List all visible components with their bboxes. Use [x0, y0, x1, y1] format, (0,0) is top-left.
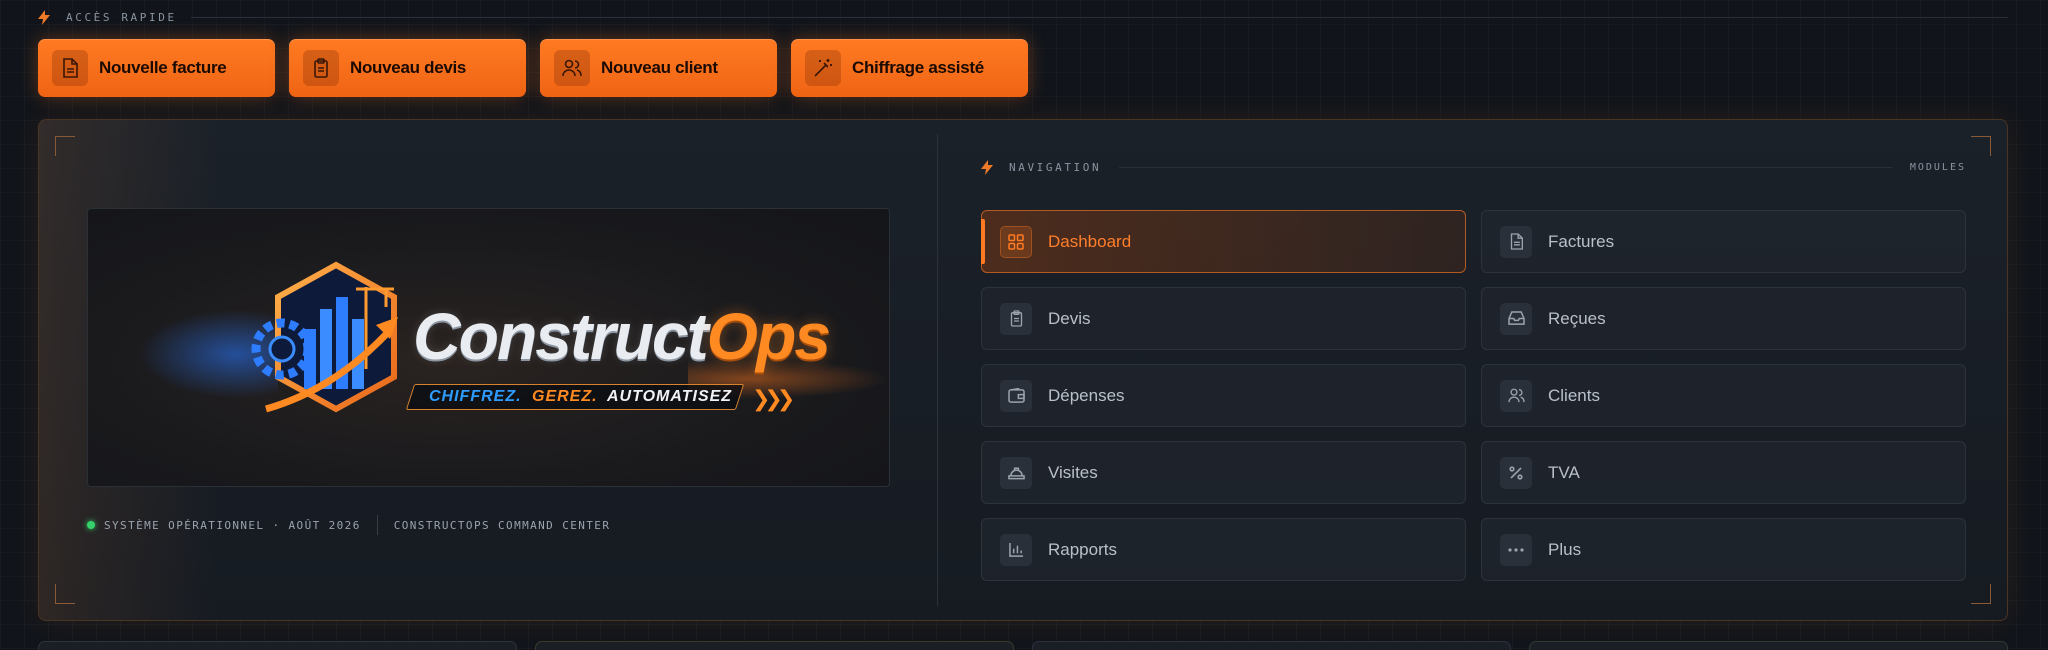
quick-button-label: Nouveau client: [601, 58, 718, 77]
navigation-header: NAVIGATION MODULES: [981, 158, 1966, 176]
assisted-quote-button[interactable]: Chiffrage assisté: [791, 39, 1028, 97]
stat-card: [1529, 641, 2008, 650]
tagline-part2: GEREZ.: [531, 388, 598, 405]
new-invoice-button[interactable]: Nouvelle facture: [38, 39, 275, 97]
brand-word-part2: Ops: [706, 299, 831, 373]
bar-chart-icon: [1000, 533, 1032, 566]
nav-item-depenses[interactable]: Dépenses: [981, 364, 1466, 427]
nav-item-dashboard[interactable]: Dashboard: [981, 210, 1466, 273]
panel-divider: [937, 134, 938, 606]
nav-item-label: Rapports: [1048, 539, 1117, 559]
command-center-panel: ConstructOps CHIFFREZ. GEREZ. AUTOMATISE…: [38, 119, 2008, 621]
quick-button-label: Nouveau devis: [350, 58, 467, 77]
nav-item-recues[interactable]: Reçues: [1481, 287, 1966, 350]
modules-label: MODULES: [1909, 161, 1966, 173]
nav-item-label: Factures: [1548, 231, 1615, 251]
corner-bracket: [55, 136, 75, 156]
bottom-cards: [38, 641, 2008, 650]
nav-item-label: Reçues: [1548, 308, 1606, 328]
tagline-part3: AUTOMATISEZ: [607, 388, 733, 405]
clipboard-icon: [303, 50, 339, 86]
stat-card: [535, 641, 1014, 650]
quick-access-title: ACCÈS RAPIDE: [66, 10, 177, 24]
lightning-icon: [38, 9, 52, 25]
nav-item-rapports[interactable]: Rapports: [981, 518, 1466, 581]
brand-tagline: CHIFFREZ. GEREZ. AUTOMATISEZ: [405, 384, 745, 410]
brand-banner: ConstructOps CHIFFREZ. GEREZ. AUTOMATISE…: [87, 208, 890, 487]
nav-item-visites[interactable]: Visites: [981, 441, 1466, 504]
nav-item-devis[interactable]: Devis: [981, 287, 1466, 350]
command-center-text: CONSTRUCTOPS COMMAND CENTER: [393, 518, 611, 532]
nav-item-label: Clients: [1548, 385, 1600, 405]
nav-item-factures[interactable]: Factures: [1481, 210, 1966, 273]
new-client-button[interactable]: Nouveau client: [540, 39, 777, 97]
system-status-text: SYSTÈME OPÉRATIONNEL · AOÛT 2026: [104, 518, 361, 532]
nav-item-label: Visites: [1048, 462, 1098, 482]
status-bar: SYSTÈME OPÉRATIONNEL · AOÛT 2026 CONSTRU…: [87, 515, 610, 535]
status-dot-icon: [87, 521, 95, 529]
corner-bracket: [55, 584, 75, 604]
lightning-icon: [981, 159, 995, 175]
nav-item-label: Dépenses: [1048, 385, 1125, 405]
quick-access-header: ACCÈS RAPIDE: [38, 8, 2008, 26]
nav-item-label: TVA: [1548, 462, 1580, 482]
new-quote-button[interactable]: Nouveau devis: [289, 39, 526, 97]
clipboard-icon: [1000, 302, 1032, 335]
file-text-icon: [52, 50, 88, 86]
percent-icon: [1500, 456, 1532, 489]
tagline-part1: CHIFFREZ.: [429, 388, 522, 405]
constructops-logo-icon: [251, 261, 398, 413]
quick-button-label: Nouvelle facture: [99, 58, 227, 77]
chevrons-icon: ❯❯❯: [752, 386, 795, 411]
stat-card: [38, 641, 517, 650]
header-rule: [190, 16, 2008, 18]
grid-icon: [1000, 225, 1032, 258]
inbox-icon: [1500, 302, 1532, 335]
nav-item-clients[interactable]: Clients: [1481, 364, 1966, 427]
more-icon: [1500, 533, 1532, 566]
users-icon: [554, 50, 590, 86]
quick-actions: Nouvelle facture Nouveau devis Nouveau c…: [38, 39, 1028, 97]
file-text-icon: [1500, 225, 1532, 258]
status-separator: [376, 515, 378, 535]
stat-card: [1032, 641, 1511, 650]
hard-hat-icon: [1000, 456, 1032, 489]
nav-item-label: Devis: [1048, 308, 1091, 328]
quick-button-label: Chiffrage assisté: [852, 58, 984, 77]
brand-wordmark: ConstructOps: [413, 303, 831, 369]
navigation-title: NAVIGATION: [1009, 160, 1102, 174]
nav-item-tva[interactable]: TVA: [1481, 441, 1966, 504]
navigation-grid: Dashboard Factures Devis Reçues Dépenses: [981, 210, 1966, 581]
users-icon: [1500, 379, 1532, 412]
nav-item-label: Dashboard: [1048, 231, 1132, 251]
wallet-icon: [1000, 379, 1032, 412]
corner-bracket: [1971, 584, 1991, 604]
magic-wand-icon: [805, 50, 841, 86]
nav-item-plus[interactable]: Plus: [1481, 518, 1966, 581]
corner-bracket: [1971, 136, 1991, 156]
header-rule: [1119, 166, 1892, 168]
brand-word-part1: Construct: [413, 299, 709, 373]
nav-item-label: Plus: [1548, 539, 1582, 559]
